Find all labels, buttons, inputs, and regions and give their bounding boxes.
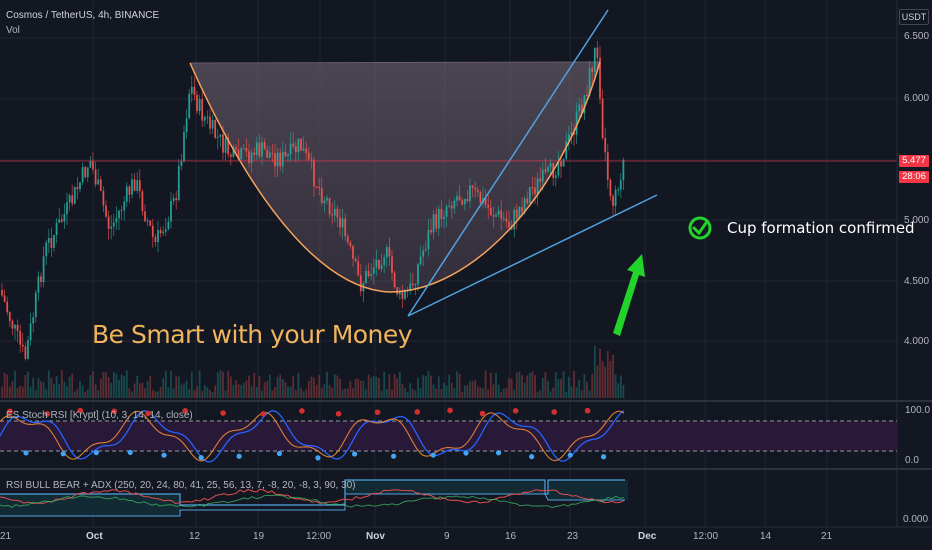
currency-unit-button[interactable]: USDT xyxy=(899,9,929,25)
time-label: 21 xyxy=(0,531,12,542)
time-label: 23 xyxy=(567,531,579,542)
time-label: Dec xyxy=(638,531,657,542)
price-tick: 6.000 xyxy=(904,93,930,104)
cup-shape xyxy=(190,62,600,292)
price-tick: 6.500 xyxy=(904,31,930,42)
adx-indicator-label[interactable]: RSI BULL BEAR + ADX (250, 20, 24, 80, 41… xyxy=(6,480,356,491)
time-label: 16 xyxy=(505,531,517,542)
arrow-up-icon xyxy=(613,254,645,336)
cup-annotation: Cup formation confirmed xyxy=(727,219,915,237)
time-label: Nov xyxy=(366,531,385,542)
volume-bars xyxy=(1,345,625,398)
chart-canvas[interactable] xyxy=(0,0,932,550)
stoch-indicator-label[interactable]: ES Stoch RSI [Krypt] (10, 3, 14, 14, clo… xyxy=(6,410,193,421)
stoch-tick: 100.0 xyxy=(905,405,931,416)
check-circle-icon xyxy=(688,216,712,240)
time-label: 9 xyxy=(444,531,450,542)
money-annotation: Be Smart with your Money xyxy=(92,320,413,349)
time-label: 12:00 xyxy=(693,531,719,542)
chart-title: Cosmos / TetherUS, 4h, BINANCE xyxy=(6,10,160,21)
price-tick: 4.000 xyxy=(904,336,930,347)
time-label: Oct xyxy=(86,531,103,542)
price-tick: 4.500 xyxy=(904,276,930,287)
stoch-tick: 0.0 xyxy=(905,455,919,466)
countdown-badge: 28:06 xyxy=(899,171,929,183)
time-label: 12 xyxy=(189,531,201,542)
stoch-band xyxy=(0,421,897,451)
last-price-badge: 5.477 xyxy=(899,155,929,167)
time-label: 14 xyxy=(760,531,772,542)
time-label: 21 xyxy=(821,531,833,542)
volume-label: Vol xyxy=(6,25,20,36)
time-label: 19 xyxy=(253,531,265,542)
time-label: 12:00 xyxy=(306,531,332,542)
adx-tick: 0.000 xyxy=(903,514,929,525)
